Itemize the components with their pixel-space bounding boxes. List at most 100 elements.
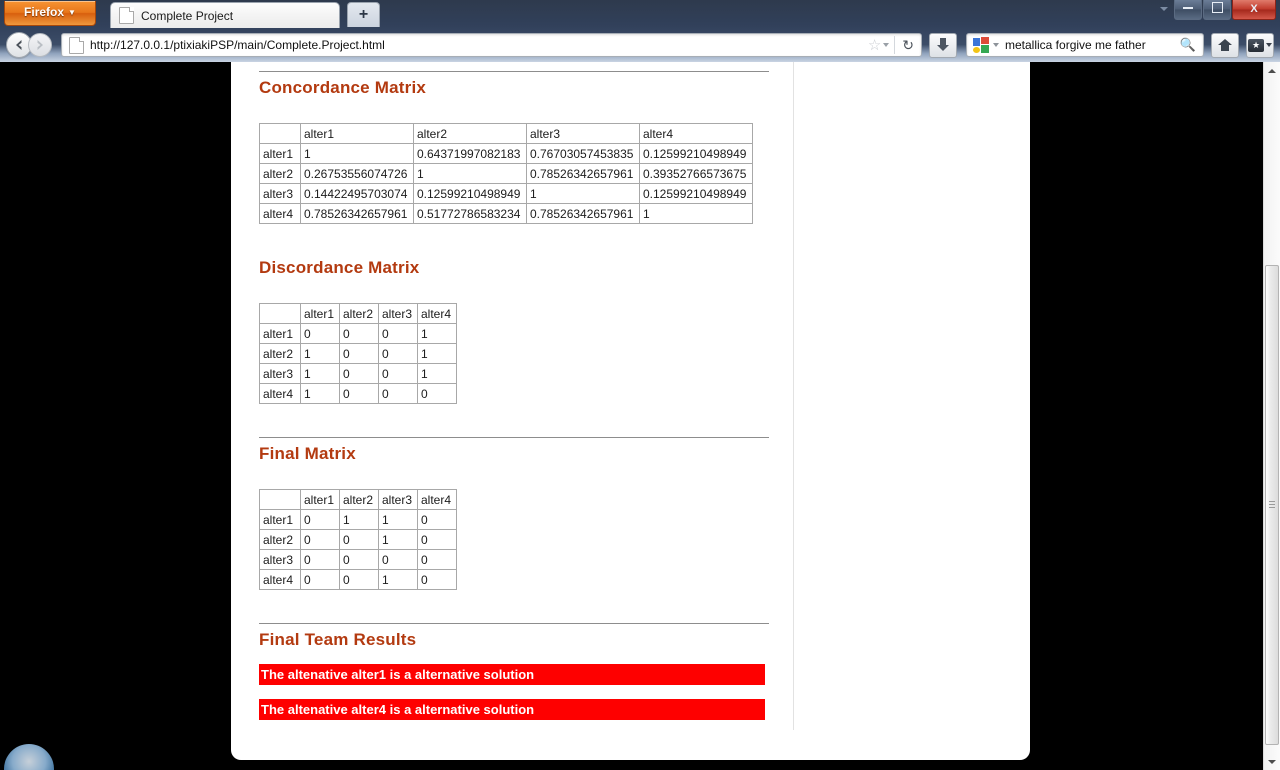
table-cell: 0 <box>339 323 379 344</box>
table-cell: 0 <box>300 509 340 530</box>
table-cell: 0 <box>339 549 379 570</box>
new-tab-button[interactable]: + <box>347 2 380 27</box>
chevron-down-icon: ▼ <box>68 8 76 17</box>
title-bar: Firefox ▼ Complete Project + X <box>0 0 1280 28</box>
table-row: alter4 0 0 1 0 <box>259 569 457 590</box>
navigation-toolbar: http://127.0.0.1/ptixiakiPSP/main/Comple… <box>0 28 1280 62</box>
table-cell: 1 <box>378 529 418 550</box>
forward-button <box>28 33 52 57</box>
table-cell: 0 <box>378 323 418 344</box>
row-header: alter3 <box>259 363 301 384</box>
result-banner: The altenative alter1 is a alternative s… <box>259 664 765 685</box>
table-header-row: alter1 alter2 alter3 alter4 <box>259 303 457 324</box>
table-cell: 0 <box>300 569 340 590</box>
table-row: alter1 1 0.64371997082183 0.767030574538… <box>259 143 753 164</box>
chevron-down-icon[interactable] <box>883 43 890 47</box>
section-rule <box>259 71 769 72</box>
page-content-sheet: Concordance Matrix alter1 alter2 alter3 … <box>231 62 1030 760</box>
column-header: alter2 <box>413 123 527 144</box>
search-icon[interactable]: 🔍 <box>1180 37 1196 53</box>
browser-tab[interactable]: Complete Project <box>110 2 340 28</box>
table-cell: 1 <box>378 509 418 530</box>
column-header: alter4 <box>417 489 457 510</box>
table-cell: 0.26753556074726 <box>300 163 414 184</box>
table-cell: 0 <box>339 529 379 550</box>
row-header: alter4 <box>259 569 301 590</box>
firefox-app-menu-button[interactable]: Firefox ▼ <box>4 1 96 26</box>
table-header-row: alter1 alter2 alter3 alter4 <box>259 123 753 144</box>
final-matrix-title: Final Matrix <box>259 444 356 463</box>
search-input[interactable]: metallica forgive me father <box>1005 38 1180 52</box>
browser-window: Firefox ▼ Complete Project + X http://12… <box>0 0 1280 770</box>
table-corner-cell <box>259 123 301 144</box>
section-final-matrix: Final Matrix alter1 alter2 alter3 alter4 <box>259 404 769 590</box>
table-cell: 0 <box>378 343 418 364</box>
column-header: alter1 <box>300 489 340 510</box>
scroll-down-button[interactable] <box>1264 753 1280 770</box>
column-header: alter4 <box>639 123 753 144</box>
row-header: alter1 <box>259 143 301 164</box>
table-cell: 1 <box>526 183 640 204</box>
reload-icon[interactable]: ↻ <box>899 38 917 52</box>
scroll-up-button[interactable] <box>1264 62 1280 79</box>
tab-list-chevron-icon[interactable] <box>1160 7 1168 11</box>
chevron-down-icon <box>1266 43 1272 47</box>
table-cell: 1 <box>300 363 340 384</box>
column-header: alter3 <box>526 123 640 144</box>
discordance-matrix-table: alter1 alter2 alter3 alter4 alter1 0 0 0… <box>259 303 457 404</box>
bookmark-star-icon[interactable]: ☆ <box>868 38 881 53</box>
home-button[interactable] <box>1211 32 1239 58</box>
table-header-row: alter1 alter2 alter3 alter4 <box>259 489 457 510</box>
chevron-down-icon <box>1268 759 1276 764</box>
row-header: alter4 <box>259 203 301 224</box>
search-bar[interactable]: metallica forgive me father 🔍 <box>966 33 1204 57</box>
firefox-app-menu-label: Firefox <box>24 5 65 19</box>
table-row: alter2 0.26753556074726 1 0.785263426579… <box>259 163 753 184</box>
table-cell: 0 <box>300 323 340 344</box>
table-cell: 0 <box>339 383 379 404</box>
section-discordance-matrix: Discordance Matrix alter1 alter2 alter3 … <box>259 224 769 404</box>
table-cell: 1 <box>339 509 379 530</box>
row-header: alter1 <box>259 323 301 344</box>
section-concordance-matrix: Concordance Matrix alter1 alter2 alter3 … <box>259 62 769 224</box>
table-cell: 0.64371997082183 <box>413 143 527 164</box>
bookmarks-button[interactable]: ★ <box>1246 32 1274 58</box>
table-cell: 0 <box>417 549 457 570</box>
concordance-matrix-table: alter1 alter2 alter3 alter4 alter1 1 0.6… <box>259 123 753 224</box>
page-viewport: Concordance Matrix alter1 alter2 alter3 … <box>0 62 1280 770</box>
table-cell: 0 <box>378 363 418 384</box>
table-cell: 0 <box>417 509 457 530</box>
table-cell: 0 <box>300 529 340 550</box>
minimize-icon <box>1183 7 1193 9</box>
row-header: alter2 <box>259 529 301 550</box>
chevron-down-icon[interactable] <box>993 43 999 47</box>
table-cell: 0.78526342657961 <box>300 203 414 224</box>
address-bar[interactable]: http://127.0.0.1/ptixiakiPSP/main/Comple… <box>61 33 922 57</box>
downloads-button[interactable] <box>929 32 957 58</box>
column-header: alter2 <box>339 489 379 510</box>
table-cell: 1 <box>300 383 340 404</box>
scrollbar-thumb[interactable] <box>1265 265 1279 745</box>
window-controls: X <box>1174 0 1276 21</box>
restore-button[interactable] <box>1203 0 1231 20</box>
table-cell: 0 <box>417 569 457 590</box>
page-vertical-divider <box>793 62 794 730</box>
vertical-scrollbar[interactable] <box>1263 62 1280 770</box>
table-cell: 0 <box>417 529 457 550</box>
chevron-up-icon <box>1268 68 1276 73</box>
column-header: alter2 <box>339 303 379 324</box>
column-header: alter4 <box>417 303 457 324</box>
scrollbar-grip-icon <box>1269 501 1275 509</box>
close-button[interactable]: X <box>1232 0 1276 20</box>
section-final-team-results: Final Team Results The altenative alter1… <box>259 590 769 720</box>
section-rule <box>259 437 769 438</box>
final-team-results-title: Final Team Results <box>259 630 417 649</box>
column-header: alter1 <box>300 123 414 144</box>
results-list: The altenative alter1 is a alternative s… <box>259 664 769 720</box>
column-header: alter3 <box>378 303 418 324</box>
table-cell: 0 <box>417 383 457 404</box>
minimize-button[interactable] <box>1174 0 1202 20</box>
table-row: alter3 0.14422495703074 0.12599210498949… <box>259 183 753 204</box>
row-header: alter1 <box>259 509 301 530</box>
table-cell: 0.39352766573675 <box>639 163 753 184</box>
